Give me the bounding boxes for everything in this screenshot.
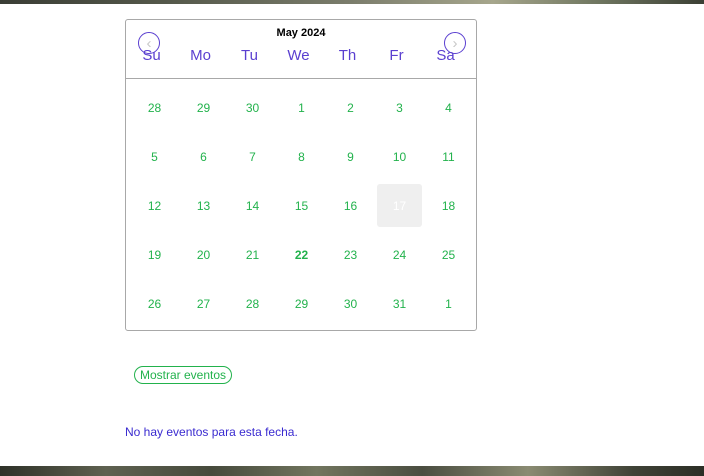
calendar-day[interactable]: 18 xyxy=(424,181,473,230)
calendar-day[interactable]: 19 xyxy=(130,230,179,279)
calendar-month-title: May 2024 xyxy=(276,27,326,39)
calendar-widget: May 2024 ‹ › Su Mo Tu We Th Fr Sa 28 29 … xyxy=(125,19,477,331)
calendar-day[interactable]: 30 xyxy=(228,83,277,132)
calendar-day[interactable]: 28 xyxy=(130,83,179,132)
calendar-day[interactable]: 14 xyxy=(228,181,277,230)
calendar-day[interactable]: 3 xyxy=(375,83,424,132)
calendar-day[interactable]: 25 xyxy=(424,230,473,279)
calendar-day[interactable]: 7 xyxy=(228,132,277,181)
calendar-day[interactable]: 5 xyxy=(130,132,179,181)
calendar-day-grid: 28 29 30 1 2 3 4 5 6 7 8 9 10 11 12 13 1… xyxy=(130,83,474,328)
calendar-day[interactable]: 1 xyxy=(424,279,473,328)
background-strip-top xyxy=(0,0,704,4)
no-events-message: No hay eventos para esta fecha. xyxy=(125,425,298,439)
show-events-button[interactable]: Mostrar eventos xyxy=(134,366,233,384)
calendar-header: May 2024 ‹ › Su Mo Tu We Th Fr Sa xyxy=(126,20,476,79)
calendar-day[interactable]: 21 xyxy=(228,230,277,279)
weekday-label: Fr xyxy=(389,47,404,64)
calendar-day[interactable]: 27 xyxy=(179,279,228,328)
weekday-label: Tu xyxy=(241,47,258,64)
calendar-day[interactable]: 6 xyxy=(179,132,228,181)
calendar-day[interactable]: 16 xyxy=(326,181,375,230)
weekday-label: Th xyxy=(338,47,357,64)
calendar-day[interactable]: 11 xyxy=(424,132,473,181)
calendar-day[interactable]: 4 xyxy=(424,83,473,132)
calendar-day[interactable]: 29 xyxy=(179,83,228,132)
weekday-label: We xyxy=(287,47,310,64)
background-strip-bottom xyxy=(0,466,704,476)
calendar-day[interactable]: 28 xyxy=(228,279,277,328)
calendar-day[interactable]: 23 xyxy=(326,230,375,279)
calendar-day[interactable]: 31 xyxy=(375,279,424,328)
calendar-day[interactable]: 15 xyxy=(277,181,326,230)
calendar-day-selected[interactable]: 17 xyxy=(377,184,422,227)
weekday-label: Mo xyxy=(190,47,211,64)
calendar-day[interactable]: 10 xyxy=(375,132,424,181)
calendar-day[interactable]: 26 xyxy=(130,279,179,328)
weekday-header-row: Su Mo Tu We Th Fr Sa xyxy=(126,47,476,64)
calendar-day[interactable]: 13 xyxy=(179,181,228,230)
weekday-label: Su xyxy=(142,47,161,64)
calendar-day[interactable]: 2 xyxy=(326,83,375,132)
calendar-day[interactable]: 20 xyxy=(179,230,228,279)
calendar-day[interactable]: 9 xyxy=(326,132,375,181)
calendar-day[interactable]: 12 xyxy=(130,181,179,230)
weekday-label: Sa xyxy=(436,47,455,64)
calendar-day-today[interactable]: 22 xyxy=(277,230,326,279)
calendar-day[interactable]: 1 xyxy=(277,83,326,132)
calendar-day[interactable]: 29 xyxy=(277,279,326,328)
calendar-day[interactable]: 24 xyxy=(375,230,424,279)
calendar-day[interactable]: 8 xyxy=(277,132,326,181)
calendar-day[interactable]: 30 xyxy=(326,279,375,328)
